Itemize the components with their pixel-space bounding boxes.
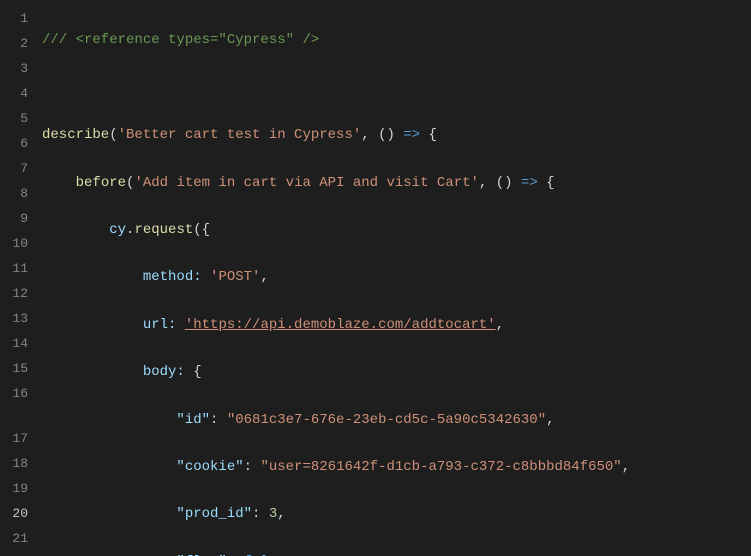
code-editor[interactable]: 123456789101112131415161718192021 /// <r… <box>0 0 751 556</box>
reference-directive: /// <reference types="Cypress" /> <box>42 32 319 48</box>
line-number: 4 <box>0 81 28 106</box>
line-number: 9 <box>0 206 28 231</box>
line-number: 10 <box>0 231 28 256</box>
code-line[interactable]: url: 'https://api.demoblaze.com/addtocar… <box>42 313 751 338</box>
code-line[interactable]: method: 'POST', <box>42 265 751 290</box>
line-number: 18 <box>0 451 28 476</box>
line-number: 16 <box>0 381 28 406</box>
code-line[interactable]: describe('Better cart test in Cypress', … <box>42 123 751 148</box>
line-number: 12 <box>0 281 28 306</box>
line-number: 6 <box>0 131 28 156</box>
code-line[interactable]: "id": "0681c3e7-676e-23eb-cd5c-5a90c5342… <box>42 408 751 433</box>
line-number: 14 <box>0 331 28 356</box>
code-line[interactable]: /// <reference types="Cypress" /> <box>42 28 751 53</box>
code-area[interactable]: /// <reference types="Cypress" /> descri… <box>42 0 751 556</box>
code-line[interactable]: before('Add item in cart via API and vis… <box>42 171 751 196</box>
line-number: 13 <box>0 306 28 331</box>
line-number: 21 <box>0 526 28 551</box>
line-number: 7 <box>0 156 28 181</box>
code-line[interactable] <box>42 76 751 101</box>
line-number: 2 <box>0 31 28 56</box>
line-number: 20 <box>0 501 28 526</box>
line-number: 19 <box>0 476 28 501</box>
line-number: 8 <box>0 181 28 206</box>
line-number: 1 <box>0 6 28 31</box>
line-number-gutter: 123456789101112131415161718192021 <box>0 0 42 556</box>
code-line[interactable]: body: { <box>42 360 751 385</box>
code-line[interactable]: "cookie": "user=8261642f-d1cb-a793-c372-… <box>42 455 751 480</box>
line-number: 3 <box>0 56 28 81</box>
code-line[interactable]: "flag": false <box>42 550 751 556</box>
line-number: 11 <box>0 256 28 281</box>
code-line[interactable]: cy.request({ <box>42 218 751 243</box>
code-line[interactable]: "prod_id": 3, <box>42 502 751 527</box>
line-number: 15 <box>0 356 28 381</box>
line-number: 5 <box>0 106 28 131</box>
line-number: 17 <box>0 426 28 451</box>
